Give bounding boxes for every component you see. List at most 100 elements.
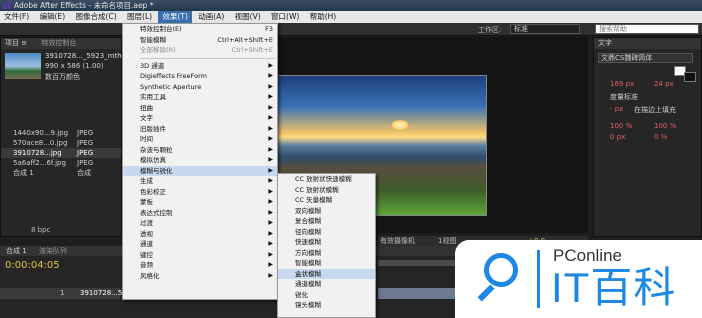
horizontal-scale-value[interactable]: 100 %	[654, 122, 676, 130]
blur-submenu-item[interactable]: CC 放射状快速模糊	[278, 174, 375, 185]
menu-file[interactable]: 文件(F)	[0, 11, 33, 23]
menu-animation[interactable]: 动画(A)	[194, 11, 228, 23]
blur-submenu-item[interactable]: 智能模糊	[278, 258, 375, 269]
blur-submenu-item[interactable]: 径向模糊	[278, 227, 375, 238]
effect-menu-item[interactable]: 旧版插件 ▶	[123, 124, 277, 135]
effect-menu-item[interactable]: 键控 ▶	[123, 250, 277, 261]
effect-menu-item[interactable]: 过渡 ▶	[123, 218, 277, 229]
effect-menu-item[interactable]: 模糊与锐化 ▶	[123, 165, 277, 176]
submenu-arrow-icon: ▶	[268, 250, 273, 258]
view-layout-select[interactable]: 1视图	[438, 236, 456, 246]
stroke-option-select[interactable]: 在描边上填充	[634, 105, 676, 115]
menu-edit[interactable]: 编辑(E)	[36, 11, 70, 23]
menu-window[interactable]: 窗口(W)	[267, 11, 303, 23]
blur-submenu-item[interactable]: 镜头模糊	[278, 300, 375, 311]
menu-item-label: CC 矢量模糊	[295, 196, 333, 204]
effect-menu-item[interactable]: 杂波与颗粒 ▶	[123, 145, 277, 156]
app-logo-icon	[2, 2, 11, 9]
workspace-label: 工作区:	[478, 26, 502, 34]
effect-menu-item[interactable]: Digieffects FreeForm ▶	[123, 71, 277, 82]
menu-layer[interactable]: 图层(L)	[123, 11, 156, 23]
selected-asset-info: 990 x 586 (1.00)	[45, 62, 104, 70]
workspace-select[interactable]: 标准	[510, 24, 580, 34]
effect-menu-item[interactable]: 文字 ▶	[123, 113, 277, 124]
stroke-width-value[interactable]: - px	[610, 105, 623, 113]
blur-submenu-item[interactable]: 方向模糊	[278, 248, 375, 259]
effect-menu-item: 全部移除(R) Ctrl+Shift+E	[123, 45, 277, 56]
menu-item-label: 实用工具	[140, 93, 166, 101]
time-ruler[interactable]	[378, 260, 458, 266]
effect-menu-item[interactable]: 实用工具 ▶	[123, 92, 277, 103]
menu-item-label: 快速模糊	[295, 238, 321, 246]
list-item[interactable]: 合成 1 合成	[1, 168, 121, 178]
menu-help[interactable]: 帮助(H)	[306, 11, 341, 23]
font-select[interactable]: 文鼎CS魏碑简体	[598, 53, 693, 63]
effect-menu-item[interactable]: Synthetic Aperture ▶	[123, 82, 277, 93]
effect-menu-item[interactable]: 色彩校正 ▶	[123, 187, 277, 198]
effect-menu-item[interactable]: 3D 通道 ▶	[123, 61, 277, 72]
blur-submenu-item[interactable]: 复合模糊	[278, 216, 375, 227]
blur-submenu-item[interactable]: 锐化	[278, 290, 375, 301]
baseline-shift-value[interactable]: 0 px	[610, 133, 625, 141]
blur-sharpen-submenu: CC 放射状快速模糊 CC 放射状模糊 CC 矢量模糊 双向模糊 复合模糊 径向模糊 快速模…	[277, 173, 376, 318]
menu-item-label: 键控	[140, 250, 153, 259]
kerning-value[interactable]: 度量标准	[610, 92, 638, 102]
layer-bar[interactable]	[378, 288, 458, 299]
blur-submenu-item[interactable]: 双向模糊	[278, 206, 375, 217]
blur-submenu-item[interactable]: 快速模糊	[278, 237, 375, 248]
effect-menu-item[interactable]: 蒙板 ▶	[123, 197, 277, 208]
stroke-color-swatch[interactable]	[684, 72, 696, 82]
list-item[interactable]: 3910728...jpg JPEG	[1, 148, 121, 158]
list-item[interactable]: 570ace8...0.jpg JPEG	[1, 138, 121, 148]
menu-item-label: 镜头模糊	[295, 301, 321, 309]
menu-item-label: 文字	[140, 114, 153, 122]
tab-comp-1[interactable]: 合成 1	[6, 247, 27, 255]
effect-menu-item[interactable]: 时间 ▶	[123, 134, 277, 145]
camera-select[interactable]: 有效摄像机	[380, 236, 415, 246]
tab-character[interactable]: 文字	[594, 38, 701, 49]
list-item[interactable]: 1440x90...9.jpg JPEG	[1, 128, 121, 138]
effect-menu-item[interactable]: 风格化 ▶	[123, 271, 277, 282]
timecode[interactable]: 0:00:04:05	[5, 260, 60, 271]
effect-menu-item[interactable]: 通道 ▶	[123, 239, 277, 250]
effect-menu-item[interactable]: 透视 ▶	[123, 229, 277, 240]
layer-number: 1	[60, 289, 65, 297]
font-size-value[interactable]: 169 px	[610, 80, 634, 88]
effect-menu-item[interactable]: 表达式控制 ▶	[123, 208, 277, 219]
leading-value[interactable]: 24 px	[654, 80, 674, 88]
vertical-scale-value[interactable]: 100 %	[610, 122, 632, 130]
bit-depth-button[interactable]: 8 bpc	[31, 226, 50, 234]
effect-menu-item[interactable]: 智能模糊 Ctrl+Alt+Shift+E	[123, 35, 277, 46]
menu-item-label: 通道模糊	[295, 280, 321, 288]
blur-submenu-item[interactable]: 盒状模糊	[278, 268, 375, 279]
effect-menu-item[interactable]: 生成 ▶	[123, 176, 277, 187]
submenu-arrow-icon: ▶	[268, 72, 273, 79]
submenu-arrow-icon: ▶	[268, 187, 273, 195]
menu-item-label: 杂波与颗粒	[140, 145, 173, 154]
help-search-input[interactable]: 搜索帮助	[595, 24, 699, 34]
menu-item-label: 风格化	[140, 271, 160, 280]
tsume-value[interactable]: 0 %	[654, 133, 667, 141]
effect-menu-item[interactable]: 扭曲 ▶	[123, 103, 277, 114]
effect-menu-item[interactable]: 音频 ▶	[123, 260, 277, 271]
tab-render-queue[interactable]: 渲染队列	[39, 247, 67, 255]
menu-view[interactable]: 视图(V)	[231, 11, 265, 23]
title-bar: Adobe After Effects - 未命名项目.aep *	[0, 0, 702, 11]
list-item[interactable]: 5a6aff2...6f.jpg JPEG	[1, 158, 121, 168]
magnifier-icon	[484, 253, 518, 287]
blur-submenu-item[interactable]: CC 矢量模糊	[278, 195, 375, 206]
submenu-arrow-icon: ▶	[268, 124, 273, 132]
effect-menu-item[interactable]: 特效控制台(E) F3	[123, 24, 277, 35]
submenu-arrow-icon: ▶	[268, 219, 273, 226]
menu-effect[interactable]: 效果(T)	[158, 11, 192, 23]
menu-composition[interactable]: 图像合成(C)	[72, 11, 121, 23]
blur-submenu-item[interactable]: 通道模糊	[278, 279, 375, 290]
menu-item-label: 全部移除(R)	[140, 46, 176, 54]
watermark-brand: PConline	[553, 246, 622, 265]
menu-item-label: 双向模糊	[295, 206, 321, 215]
tab-effect-controls[interactable]: 特效控制台	[41, 39, 76, 47]
tab-project[interactable]: 项目 ≡	[5, 39, 27, 47]
blur-submenu-item[interactable]: CC 放射状模糊	[278, 185, 375, 196]
effect-menu-item[interactable]: 模拟仿真 ▶	[123, 155, 277, 166]
submenu-arrow-icon: ▶	[268, 114, 273, 121]
